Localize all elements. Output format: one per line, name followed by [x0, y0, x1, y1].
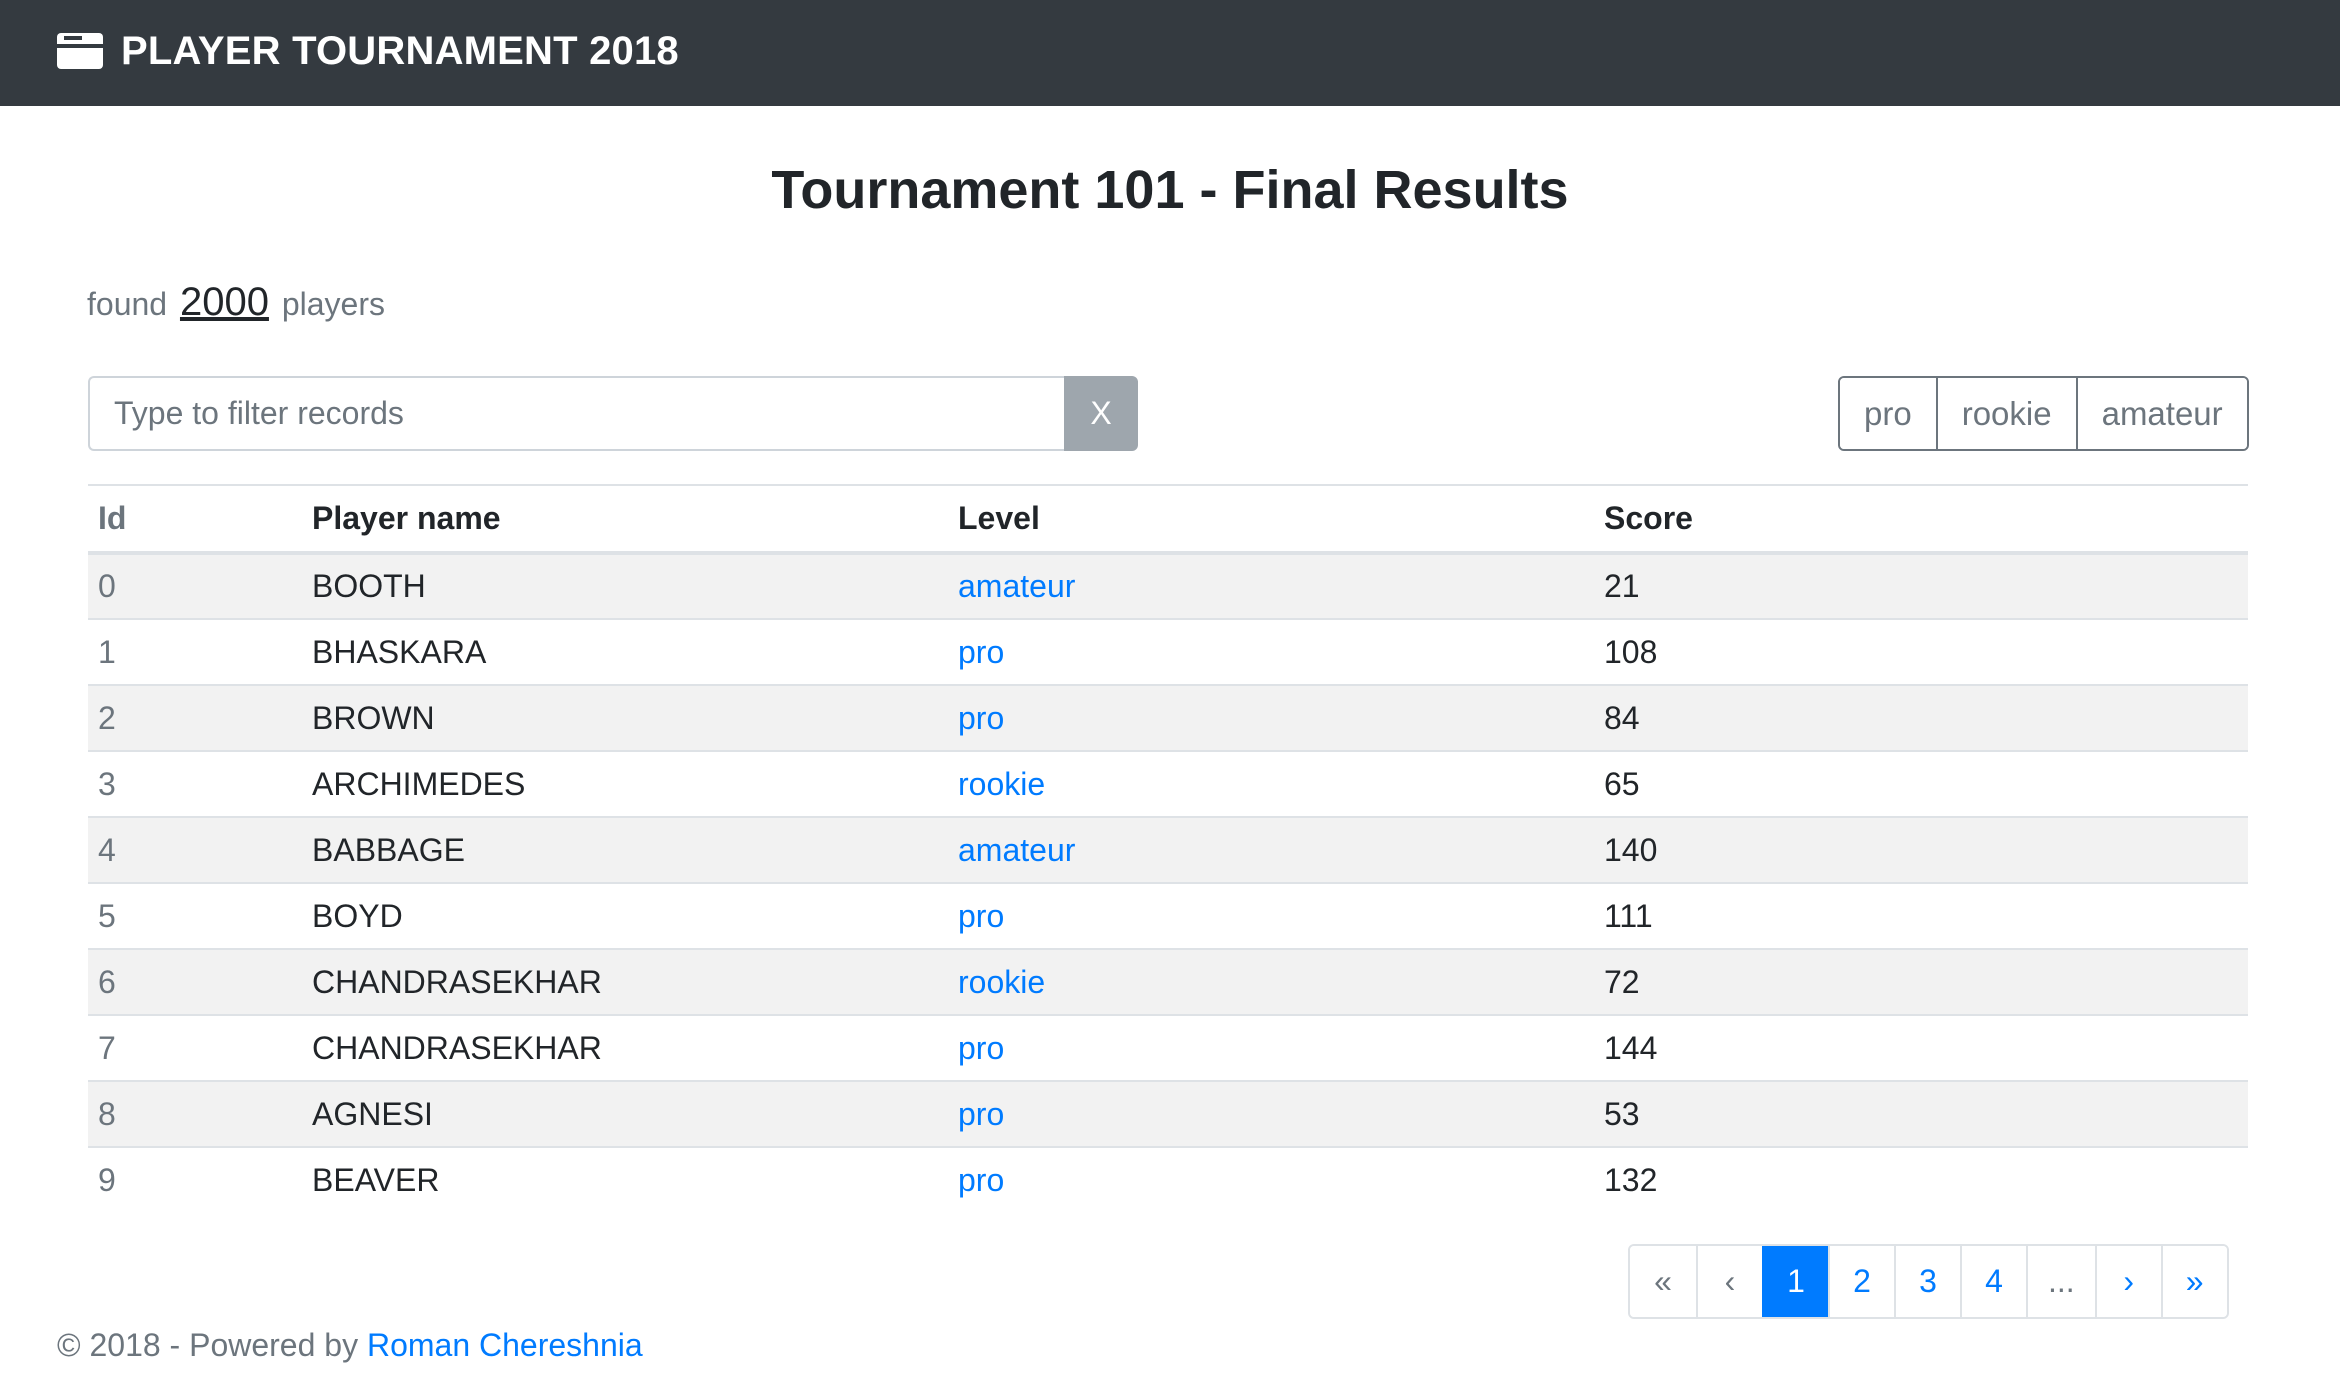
cell-level[interactable]: pro: [948, 685, 1594, 752]
level-filter-group: pro rookie amateur: [1838, 376, 2249, 451]
cell-name: CHANDRASEKHAR: [302, 949, 948, 1016]
pagination: « ‹ 1 2 3 4 ... › »: [1628, 1244, 2229, 1319]
cell-level[interactable]: rookie: [948, 949, 1594, 1016]
cell-score: 108: [1594, 619, 2248, 686]
cell-name: BEAVER: [312, 1162, 440, 1198]
cell-score: 53: [1594, 1081, 2248, 1148]
table-row[interactable]: 3 ARCHIMEDES rookie 65: [88, 751, 2248, 818]
first-page-button[interactable]: «: [1630, 1246, 1696, 1317]
cell-level[interactable]: pro: [948, 1081, 1594, 1148]
cell-id: 7: [88, 1015, 302, 1082]
cell-score: 84: [1594, 685, 2248, 752]
page-title: Tournament 101 - Final Results: [771, 160, 1569, 220]
table-header-row: Id Player name Level Score: [88, 484, 2248, 555]
cell-id: 9: [98, 1162, 116, 1198]
level-filter-amateur[interactable]: amateur: [2075, 378, 2247, 449]
table-row[interactable]: 1 BHASKARA pro 108: [88, 619, 2248, 686]
cell-name: BHASKARA: [302, 619, 948, 686]
table-row[interactable]: 2 BROWN pro 84: [88, 685, 2248, 752]
level-filter-rookie[interactable]: rookie: [1935, 378, 2076, 449]
cell-level[interactable]: pro: [948, 1015, 1594, 1082]
cell-score: 132: [1604, 1162, 1658, 1198]
column-header-id[interactable]: Id: [88, 484, 302, 555]
table-row[interactable]: 9 BEAVER pro 132: [88, 1147, 2248, 1213]
filter-group: X: [88, 376, 1138, 451]
cell-name: BOOTH: [302, 553, 948, 620]
cell-level[interactable]: pro: [948, 619, 1594, 686]
cell-score: 144: [1594, 1015, 2248, 1082]
column-header-score[interactable]: Score: [1594, 484, 2248, 555]
cell-score: 65: [1594, 751, 2248, 818]
column-header-level[interactable]: Level: [948, 484, 1594, 555]
next-page-button[interactable]: ›: [2094, 1246, 2161, 1317]
brand-title[interactable]: PLAYER TOURNAMENT 2018: [121, 22, 679, 80]
prev-page-button[interactable]: ‹: [1696, 1246, 1762, 1317]
cell-id: 8: [88, 1081, 302, 1148]
cell-score: 111: [1594, 883, 2248, 950]
page-4-button[interactable]: 4: [1960, 1246, 2026, 1317]
author-link[interactable]: Roman Chereshnia: [367, 1327, 643, 1363]
cell-name: BOYD: [302, 883, 948, 950]
cell-level[interactable]: amateur: [948, 817, 1594, 884]
cell-score: 72: [1594, 949, 2248, 1016]
page-3-button[interactable]: 3: [1894, 1246, 1960, 1317]
level-filter-pro[interactable]: pro: [1840, 378, 1936, 449]
cell-name: AGNESI: [302, 1081, 948, 1148]
page-2-button[interactable]: 2: [1828, 1246, 1894, 1317]
results-table: Id Player name Level Score 0 BOOTH amate…: [88, 484, 2248, 1213]
cell-name: BABBAGE: [302, 817, 948, 884]
page-1-button[interactable]: 1: [1762, 1246, 1828, 1317]
cell-name: BROWN: [302, 685, 948, 752]
window-icon: [57, 33, 103, 69]
cell-score: 21: [1594, 553, 2248, 620]
table-row[interactable]: 5 BOYD pro 111: [88, 883, 2248, 950]
cell-id: 1: [88, 619, 302, 686]
table-row[interactable]: 8 AGNESI pro 53: [88, 1081, 2248, 1148]
navbar: PLAYER TOURNAMENT 2018: [0, 0, 2340, 106]
cell-id: 3: [88, 751, 302, 818]
clear-filter-button[interactable]: X: [1064, 376, 1138, 451]
table-row[interactable]: 4 BABBAGE amateur 140: [88, 817, 2248, 884]
table-row[interactable]: 0 BOOTH amateur 21: [88, 553, 2248, 620]
found-summary: found 2000 players: [87, 272, 385, 332]
cell-name: ARCHIMEDES: [302, 751, 948, 818]
table-row[interactable]: 6 CHANDRASEKHAR rookie 72: [88, 949, 2248, 1016]
footer-text: © 2018 - Powered by: [57, 1327, 359, 1363]
cell-id: 5: [88, 883, 302, 950]
found-prefix: found: [87, 286, 168, 322]
cell-id: 0: [88, 553, 302, 620]
cell-score: 140: [1594, 817, 2248, 884]
filter-input[interactable]: [88, 376, 1064, 451]
cell-id: 2: [88, 685, 302, 752]
cell-level[interactable]: rookie: [948, 751, 1594, 818]
found-suffix: players: [281, 286, 385, 322]
found-count: 2000: [179, 280, 269, 324]
column-header-name[interactable]: Player name: [302, 484, 948, 555]
table-row[interactable]: 7 CHANDRASEKHAR pro 144: [88, 1015, 2248, 1082]
cell-level[interactable]: amateur: [948, 553, 1594, 620]
cell-id: 6: [88, 949, 302, 1016]
cell-level[interactable]: pro: [948, 1147, 1594, 1213]
footer: © 2018 - Powered by Roman Chereshnia: [57, 1320, 643, 1370]
ellipsis: ...: [2026, 1246, 2095, 1317]
cell-name: CHANDRASEKHAR: [302, 1015, 948, 1082]
cell-id: 4: [88, 817, 302, 884]
last-page-button[interactable]: »: [2160, 1246, 2227, 1317]
cell-level[interactable]: pro: [948, 883, 1594, 950]
